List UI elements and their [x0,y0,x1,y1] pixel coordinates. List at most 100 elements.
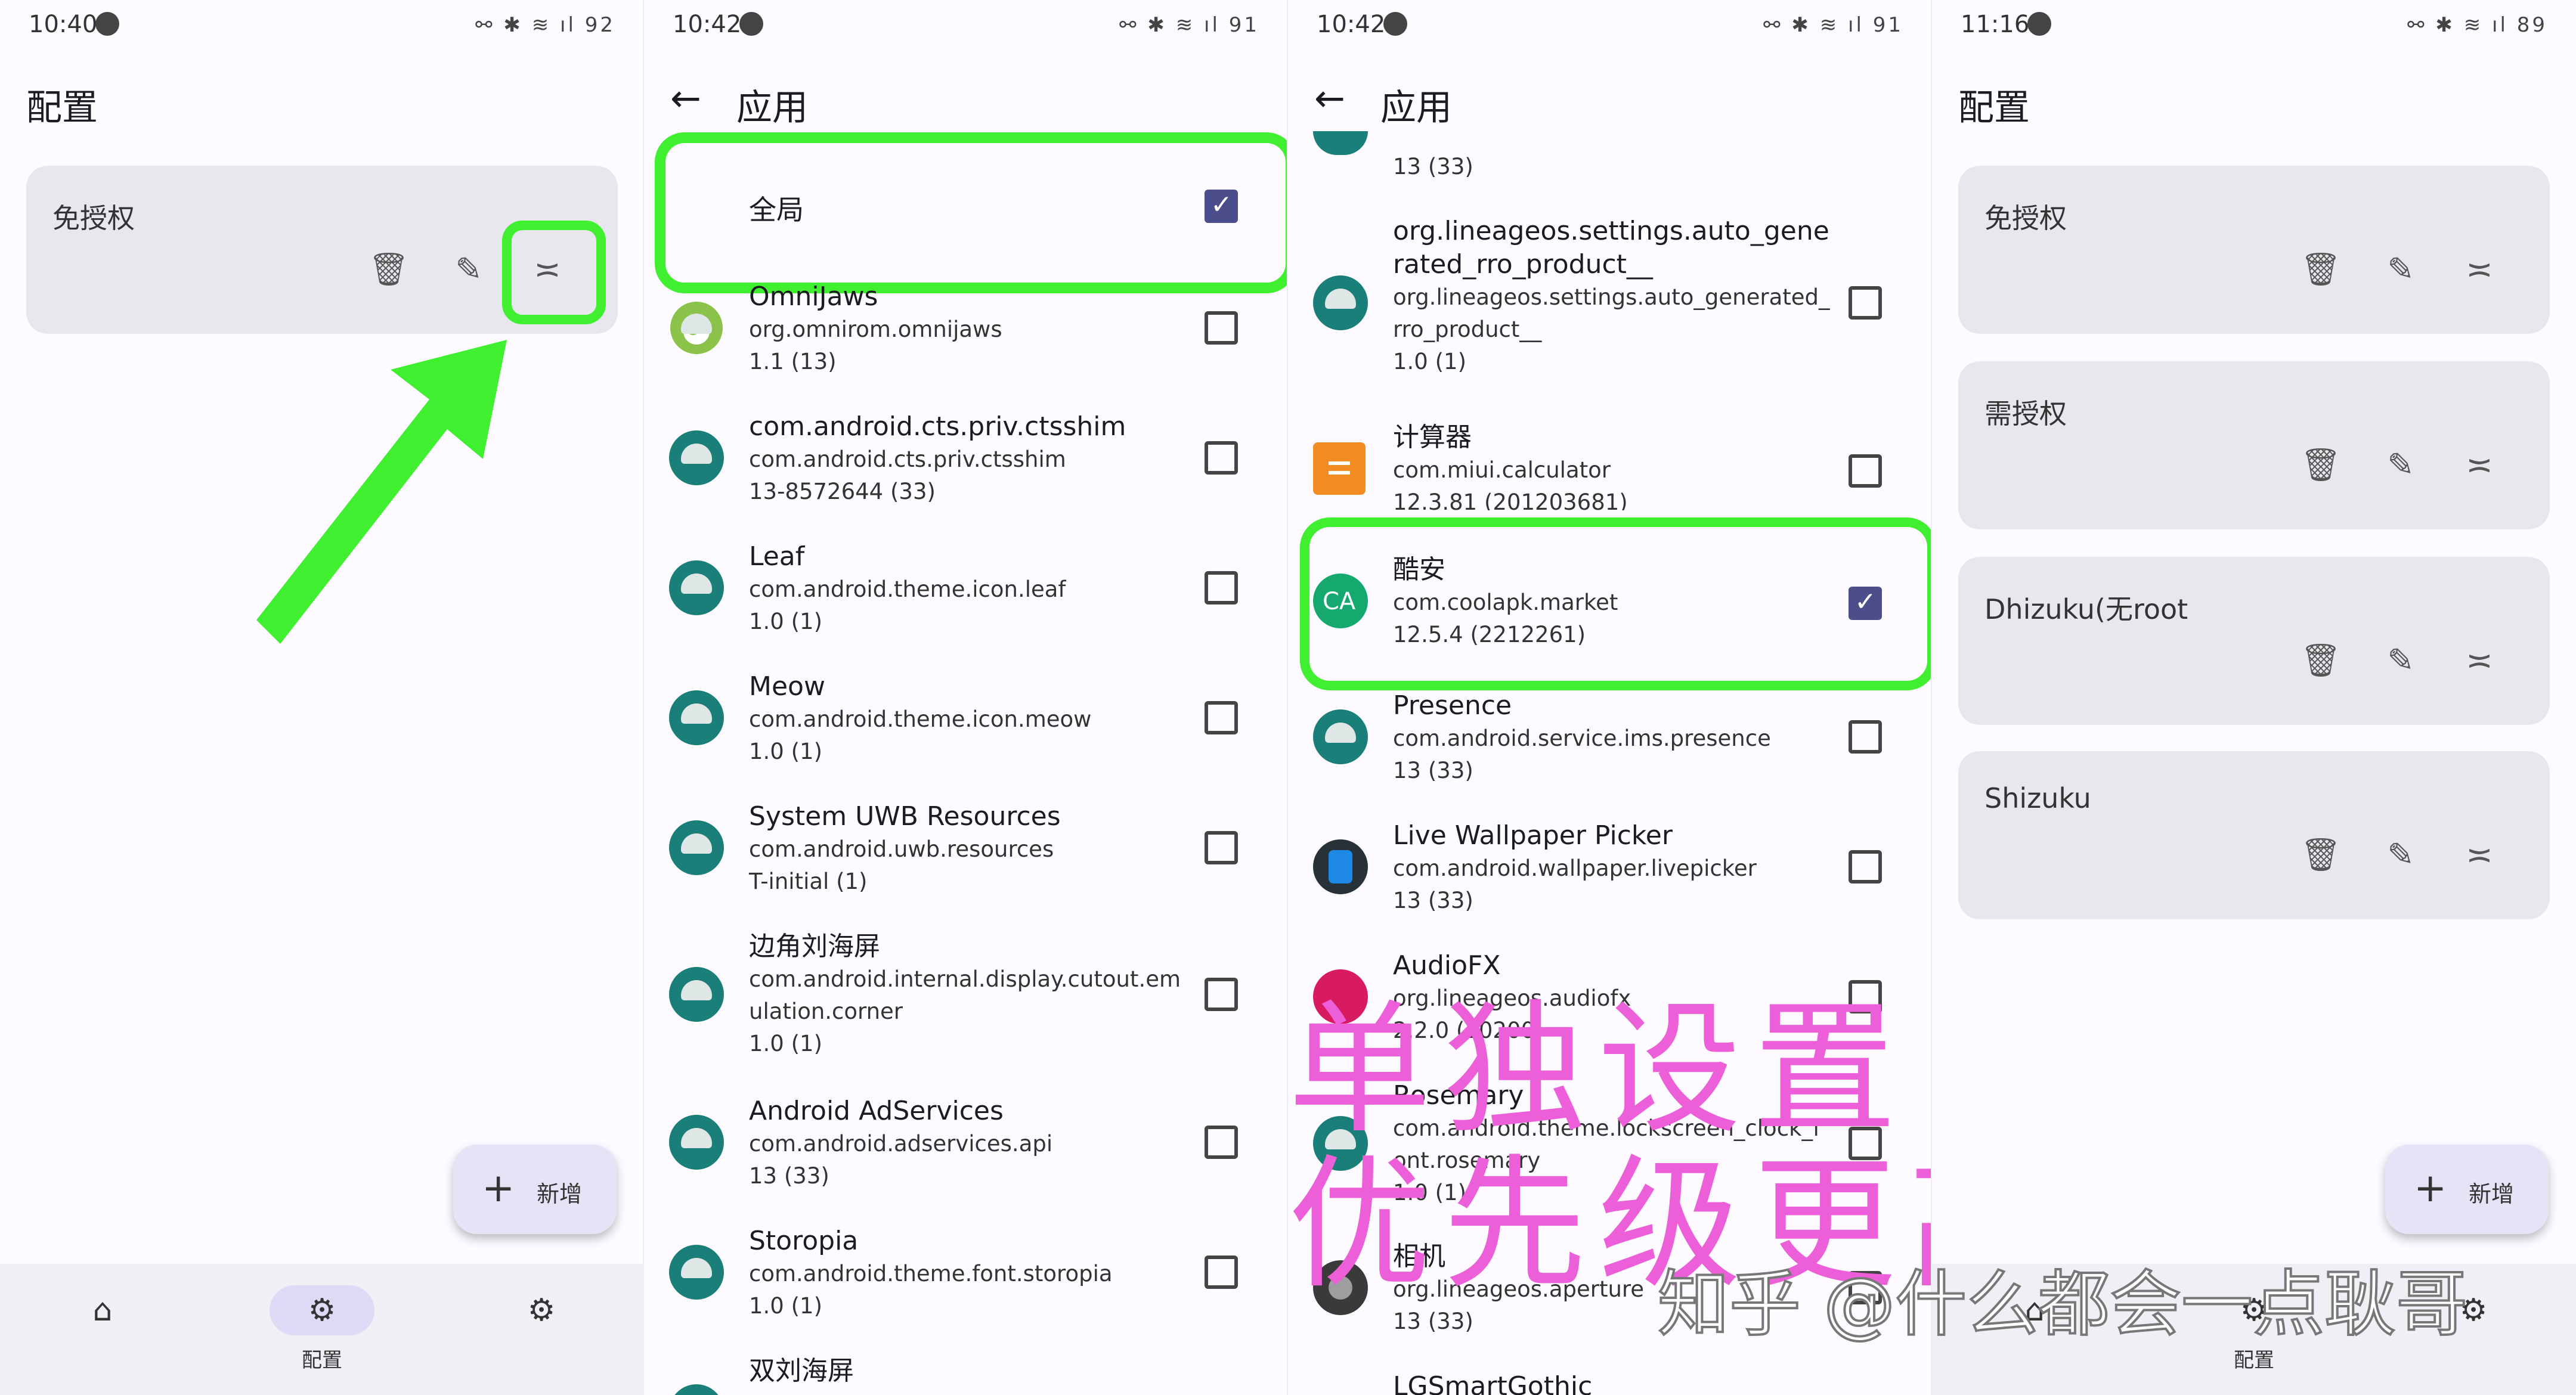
arrow-left-icon[interactable]: ← [1314,76,1345,120]
edit-icon[interactable]: ✎ [2379,444,2422,486]
app-checkbox[interactable] [1849,587,1882,620]
config-card[interactable]: Shizuku 🗑 ✎ ≍ [1958,751,2550,919]
app-name: Meow [749,671,825,702]
app-name: com.android.cts.priv.ctsshim [749,411,1126,442]
notification-icon [95,12,119,36]
page-title: 配置 [26,87,98,129]
app-package: com.android.service.ims.presence [1393,726,1771,751]
app-text: 边角刘海屏 com.android.internal.display.cutou… [749,930,1205,1060]
arrow-annotation [256,340,507,644]
app-text: System UWB Resources com.android.uwb.res… [749,800,1169,898]
app-text: Leaf com.android.theme.icon.leaf 1.0 (1) [749,540,1169,638]
global-checkbox[interactable] [1205,190,1238,223]
app-package: com.android.wallpaper.livepicker [1393,855,1757,881]
app-checkbox[interactable] [1205,441,1238,475]
status-icons: ⚯ ✱ ≋ ıl 91 [1763,13,1903,37]
app-version: 13-8572644 (33) [749,479,936,504]
android-icon [669,690,724,745]
bottom-navigation: ⌂ ⚙ 配置 ⚙ [0,1264,644,1395]
delete-icon[interactable]: 🗑 [2299,639,2342,682]
global-label: 全局 [749,194,804,226]
plus-icon: + [2414,1165,2447,1211]
android-icon [669,430,724,485]
app-text: 双刘海屏 [749,1354,1169,1388]
android-icon [669,967,724,1022]
android-icon [669,1384,724,1395]
config-card[interactable]: Dhizuku(无root 🗑 ✎ ≍ [1958,557,2550,725]
app-name: System UWB Resources [749,801,1061,832]
panel-apps-1: 10:42 ⚯ ✱ ≋ ıl 91 ← 应用 全局 OmniJaws org.o… [644,0,1288,1395]
config-name: 免授权 [1984,202,2067,234]
android-icon [1313,709,1368,764]
panel-config-2: 11:16 ⚯ ✱ ≋ ıl 89 配置 免授权 🗑 ✎ ≍ 需授权 🗑 ✎ ≍… [1932,0,2576,1395]
app-checkbox[interactable] [1205,311,1238,345]
app-package: com.android.theme.icon.leaf [749,576,1066,602]
app-version: 1.0 (1) [749,1293,823,1319]
nav-home[interactable]: ⌂ [50,1285,155,1344]
config-name: 免授权 [52,202,135,234]
config-card[interactable]: 需授权 🗑 ✎ ≍ [1958,361,2550,529]
status-time: 10:42 [1317,11,1386,38]
app-select-icon[interactable]: ≍ [2458,833,2501,876]
status-bar: 11:16 ⚯ ✱ ≋ ıl 89 [1932,0,2576,54]
app-version: T-initial (1) [749,869,868,894]
app-package: com.miui.calculator [1393,457,1611,483]
app-name: 边角刘海屏 [749,931,880,962]
app-icon [669,300,724,355]
app-select-icon[interactable]: ≍ [2458,444,2501,486]
plus-icon: + [482,1165,515,1211]
app-checkbox[interactable] [1205,571,1238,604]
app-checkbox[interactable] [1205,701,1238,734]
add-config-button[interactable]: + 新增 [453,1145,617,1234]
app-checkbox[interactable] [1205,978,1238,1011]
nav-config[interactable]: ⚙ 配置 [270,1285,374,1373]
app-checkbox[interactable] [1205,831,1238,864]
app-checkbox[interactable] [1849,454,1882,488]
arrow-left-icon[interactable]: ← [670,76,701,120]
delete-icon[interactable]: 🗑 [2299,833,2342,876]
app-package-cont: rro_product__ [1393,317,1542,342]
app-checkbox[interactable] [1849,850,1882,884]
app-text: 计算器 com.miui.calculator 12.3.81 (2012036… [1393,421,1813,510]
delete-icon[interactable]: 🗑 [367,248,410,291]
app-name: Live Wallpaper Picker [1393,820,1673,851]
delete-icon[interactable]: 🗑 [2299,248,2342,291]
app-checkbox[interactable] [1205,1256,1238,1289]
edit-icon[interactable]: ✎ [2379,833,2422,876]
config-card[interactable]: 免授权 🗑 ✎ ≍ [1958,166,2550,334]
app-package: com.coolapk.market [1393,590,1618,615]
app-select-icon[interactable]: ≍ [2458,639,2501,682]
edit-icon[interactable]: ✎ [2379,248,2422,291]
status-icons: ⚯ ✱ ≋ ıl 92 [475,13,615,37]
app-name: 双刘海屏 [749,1356,854,1386]
battery-level: 89 [2516,13,2547,37]
nav-settings[interactable]: ⚙ [489,1285,594,1344]
app-text: Live Wallpaper Picker com.android.wallpa… [1393,819,1813,917]
app-text: Meow com.android.theme.icon.meow 1.0 (1) [749,670,1169,768]
battery-level: 92 [584,13,615,37]
delete-icon[interactable]: 🗑 [2299,444,2342,486]
config-icon: ⚙ [270,1285,374,1335]
app-checkbox[interactable] [1849,286,1882,320]
app-select-icon[interactable]: ≍ [2458,248,2501,291]
status-time: 10:42 [673,11,742,38]
nav-config-label: 配置 [302,1348,342,1372]
global-row[interactable]: 全局 [644,179,1288,238]
add-config-button[interactable]: + 新增 [2385,1145,2549,1234]
app-checkbox[interactable] [1849,720,1882,754]
app-text: OmniJaws org.omnirom.omnijaws 1.1 (13) [749,280,1169,378]
edit-icon[interactable]: ✎ [447,248,490,291]
watermark: 知乎 @什么都会一点耿哥 [1657,1262,2469,1347]
status-icons: ⚯ ✱ ≋ ıl 89 [2407,13,2547,37]
app-package-cont: ulation.corner [749,999,903,1024]
android-icon [1313,131,1368,155]
app-name: org.lineageos.settings.auto_gene [1393,216,1829,246]
app-package: com.android.uwb.resources [749,836,1054,862]
battery-level: 91 [1872,13,1903,37]
app-package: org.lineageos.settings.auto_generated_ [1393,284,1830,310]
edit-icon[interactable]: ✎ [2379,639,2422,682]
app-name: 酷安 [1393,554,1445,585]
app-checkbox[interactable] [1205,1126,1238,1159]
app-version: 13 (33) [749,1163,829,1189]
app-package: com.android.internal.display.cutout.em [749,966,1181,992]
